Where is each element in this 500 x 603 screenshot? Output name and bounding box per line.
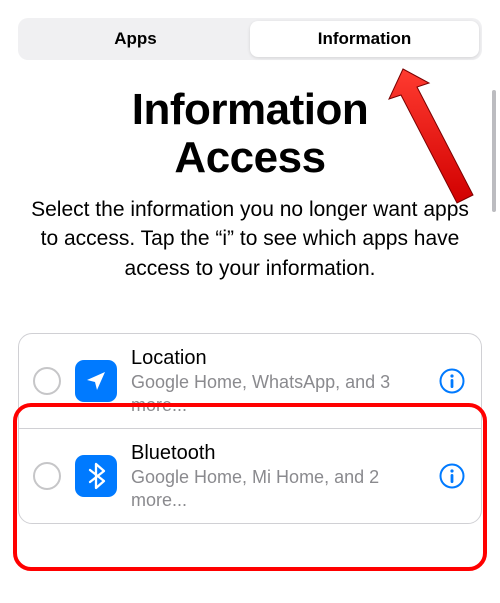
- row-title: Location: [131, 346, 423, 371]
- info-icon: [439, 368, 465, 394]
- row-text: Bluetooth Google Home, Mi Home, and 2 mo…: [131, 441, 423, 511]
- row-subtitle: Google Home, Mi Home, and 2 more...: [131, 466, 423, 511]
- info-button[interactable]: [437, 461, 467, 491]
- list-row-location[interactable]: Location Google Home, WhatsApp, and 3 mo…: [19, 334, 481, 428]
- row-subtitle: Google Home, WhatsApp, and 3 more...: [131, 371, 423, 416]
- page-title-line2: Access: [174, 133, 325, 182]
- bluetooth-icon: [75, 455, 117, 497]
- info-icon: [439, 463, 465, 489]
- row-title: Bluetooth: [131, 441, 423, 466]
- tab-apps-label: Apps: [114, 29, 157, 49]
- radio-unselected[interactable]: [33, 462, 61, 490]
- page-title-line1: Information: [132, 85, 368, 134]
- row-text: Location Google Home, WhatsApp, and 3 mo…: [131, 346, 423, 416]
- information-list: Location Google Home, WhatsApp, and 3 mo…: [18, 333, 482, 524]
- page-subtitle: Select the information you no longer wan…: [28, 195, 472, 283]
- radio-unselected[interactable]: [33, 367, 61, 395]
- page-title: Information Access: [20, 86, 480, 181]
- list-row-bluetooth[interactable]: Bluetooth Google Home, Mi Home, and 2 mo…: [19, 428, 481, 523]
- location-arrow-icon: [75, 360, 117, 402]
- tab-apps[interactable]: Apps: [21, 21, 250, 57]
- tab-information[interactable]: Information: [250, 21, 479, 57]
- tab-information-label: Information: [318, 29, 412, 49]
- segmented-tab-bar: Apps Information: [18, 18, 482, 60]
- scroll-indicator: [492, 90, 496, 212]
- info-button[interactable]: [437, 366, 467, 396]
